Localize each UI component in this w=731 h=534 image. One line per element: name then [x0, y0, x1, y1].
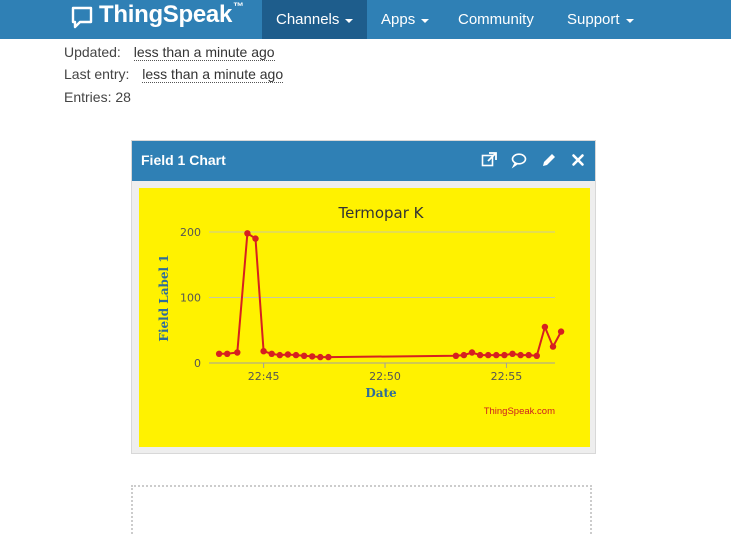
- data-point: [533, 352, 540, 359]
- data-point: [300, 352, 308, 359]
- last-entry-value: less than a minute ago: [142, 66, 284, 83]
- close-icon[interactable]: [569, 151, 587, 169]
- data-point: [260, 348, 267, 355]
- nav-channels[interactable]: Channels: [262, 0, 367, 39]
- y-tick-label: 200: [180, 226, 201, 239]
- data-point: [460, 351, 468, 359]
- updated-label: Updated:: [64, 44, 121, 60]
- nav-support[interactable]: Support: [553, 0, 648, 39]
- data-point: [234, 349, 241, 356]
- external-link-icon[interactable]: [480, 151, 498, 169]
- nav-apps-label: Apps: [381, 11, 416, 28]
- nav-community[interactable]: Community: [444, 0, 548, 39]
- y-axis-label: Field Label 1: [157, 254, 171, 341]
- next-panel-placeholder: [131, 485, 592, 534]
- series-line: [219, 231, 562, 359]
- data-point: [215, 350, 223, 357]
- data-point: [549, 343, 557, 350]
- data-point: [284, 351, 292, 358]
- updated-row: Updated: less than a minute ago: [64, 44, 275, 61]
- data-point: [509, 350, 516, 357]
- caret-down-icon: [625, 18, 634, 23]
- x-tick-label: 22:50: [369, 370, 401, 383]
- nav-channels-label: Channels: [276, 11, 340, 28]
- data-point: [317, 353, 324, 361]
- updated-value: less than a minute ago: [133, 44, 275, 61]
- top-navbar: ThingSpeak ™ Channels Apps Community Sup…: [0, 0, 731, 39]
- caret-down-icon: [345, 18, 354, 23]
- data-point: [557, 328, 565, 335]
- y-tick-label: 0: [194, 357, 201, 370]
- thingspeak-logo[interactable]: ThingSpeak ™: [70, 0, 244, 30]
- data-point: [224, 350, 231, 357]
- data-point: [541, 323, 549, 331]
- nav-apps[interactable]: Apps: [367, 0, 443, 39]
- line-chart[interactable]: Termopar K Field Label 1 Date ThingSpeak…: [139, 188, 590, 447]
- data-point: [309, 353, 316, 360]
- x-tick-label: 22:45: [248, 370, 280, 383]
- data-point: [325, 353, 332, 361]
- data-point: [517, 351, 524, 359]
- entries-label: Entries:: [64, 89, 112, 105]
- entries-row: Entries: 28: [64, 89, 131, 105]
- data-point: [452, 352, 460, 359]
- nav-community-label: Community: [458, 11, 534, 28]
- data-point: [468, 349, 476, 356]
- chart-credit[interactable]: ThingSpeak.com: [484, 406, 555, 417]
- data-point: [268, 350, 275, 357]
- speech-bubble-icon: [71, 6, 93, 29]
- data-point: [493, 351, 500, 359]
- data-point: [244, 230, 251, 237]
- data-point: [292, 351, 300, 359]
- data-point: [276, 351, 283, 359]
- comment-icon[interactable]: [510, 151, 528, 169]
- nav-support-label: Support: [567, 11, 620, 28]
- field-chart-panel: Field 1 Chart Termopar K Field Label 1 D…: [131, 140, 596, 454]
- chart-title: Termopar K: [337, 204, 424, 222]
- panel-title: Field 1 Chart: [141, 152, 226, 168]
- data-point: [525, 351, 532, 359]
- data-point: [485, 351, 492, 359]
- y-tick-label: 100: [180, 292, 201, 305]
- data-point: [252, 235, 259, 242]
- last-entry-label: Last entry:: [64, 66, 130, 82]
- brand-name: ThingSpeak: [99, 1, 233, 28]
- panel-header: Field 1 Chart: [132, 141, 595, 181]
- entries-value: 28: [115, 89, 131, 105]
- last-entry-row: Last entry: less than a minute ago: [64, 66, 284, 83]
- x-axis-label: Date: [365, 386, 397, 400]
- data-point: [476, 351, 484, 359]
- chart-area[interactable]: Termopar K Field Label 1 Date ThingSpeak…: [139, 188, 590, 447]
- pencil-icon[interactable]: [540, 151, 558, 169]
- x-tick-label: 22:55: [491, 370, 523, 383]
- trademark-mark: ™: [233, 1, 245, 13]
- data-point: [501, 351, 508, 359]
- caret-down-icon: [421, 18, 430, 23]
